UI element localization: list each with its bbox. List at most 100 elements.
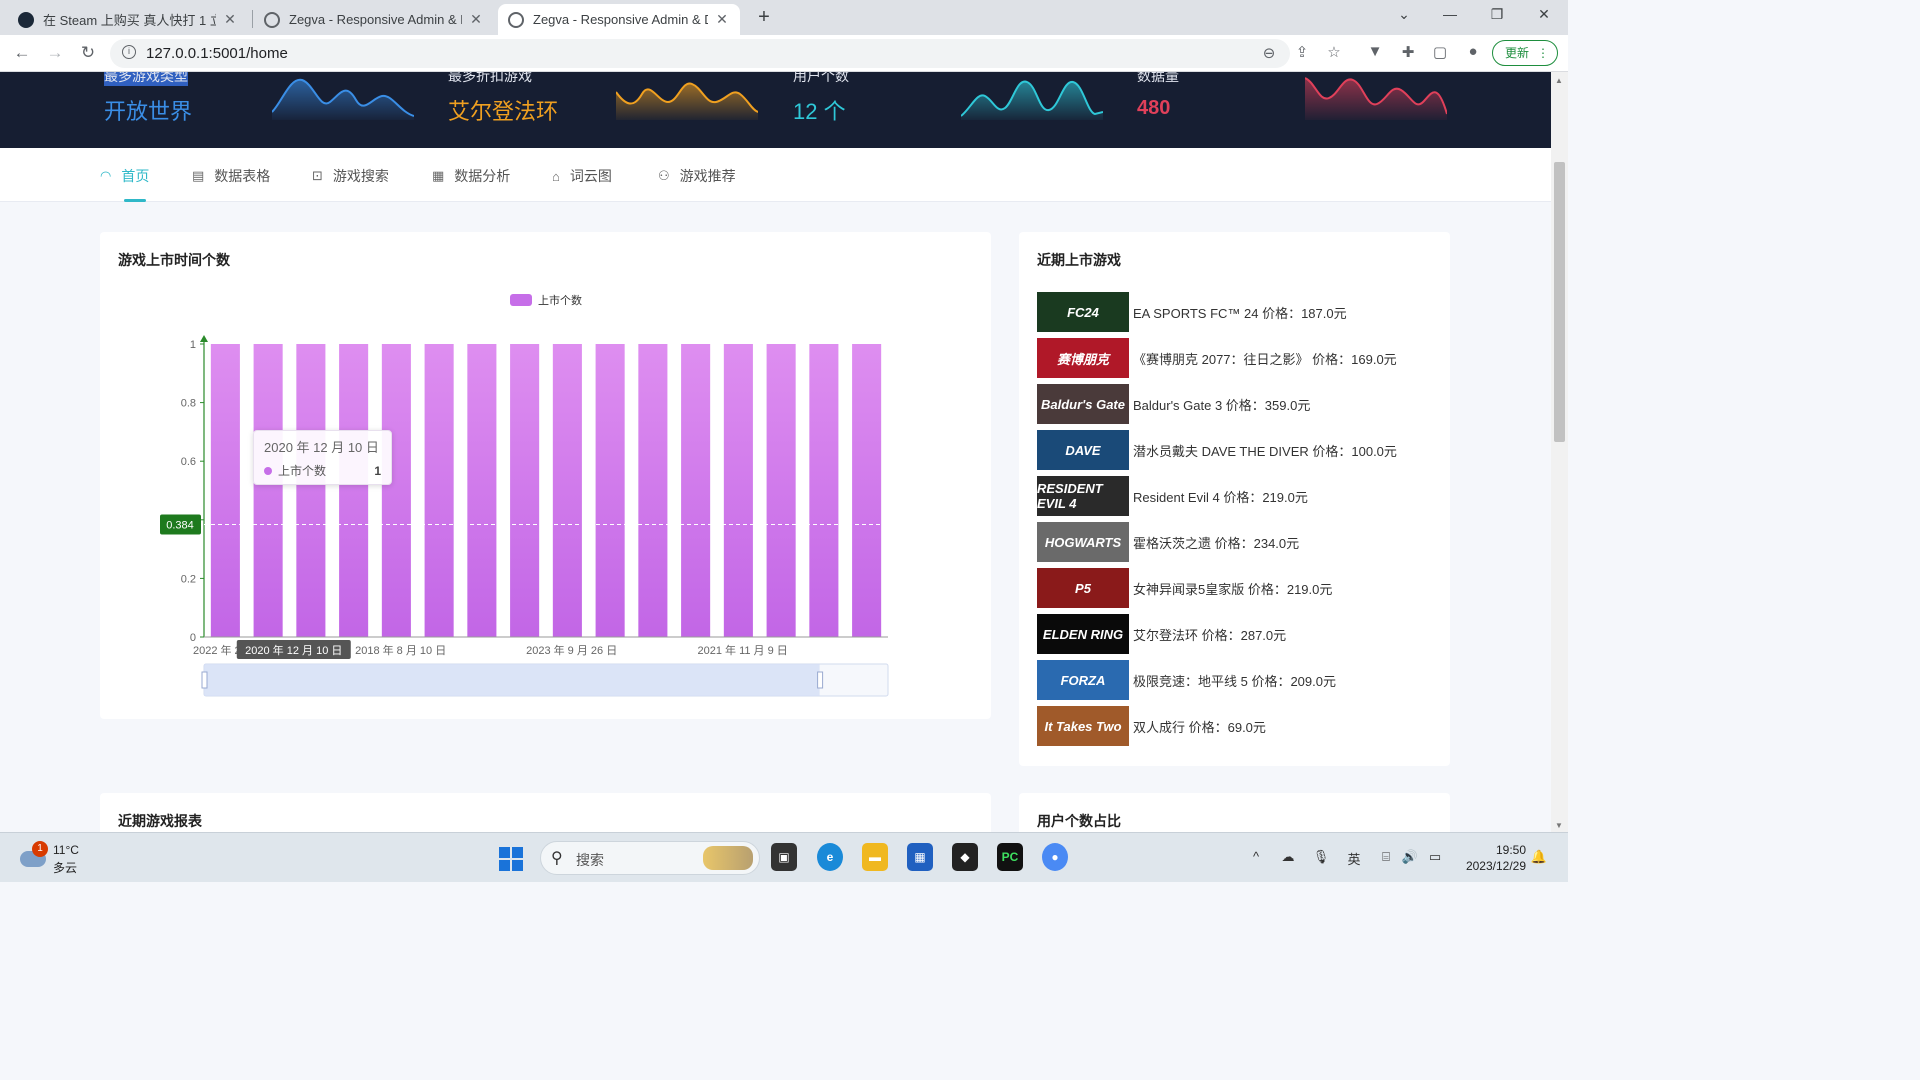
game-cover-image: HOGWARTS (1037, 522, 1129, 562)
browser-tab-zegva-1[interactable]: Zegva - Responsive Admin & Da ✕ (254, 4, 494, 35)
chart-bar (595, 344, 625, 637)
nav-item-game-search[interactable]: ⊡ 游戏搜索 (312, 166, 389, 186)
game-list-item[interactable]: FORZA 极限竞速：地平线 5 价格：209.0元 (1037, 657, 1437, 703)
scroll-up-icon[interactable]: ▲ (1555, 76, 1563, 85)
taskbar-search[interactable]: ⚲ 搜索 (540, 841, 760, 875)
profile-avatar-icon[interactable]: ● (1462, 43, 1484, 60)
close-tab-icon[interactable]: ✕ (222, 11, 238, 28)
cloud-icon: ⌂ (552, 168, 560, 184)
game-name-price: EA SPORTS FC™ 24 价格：187.0元 (1133, 305, 1347, 321)
page-scrollbar[interactable]: ▲ ▼ (1551, 72, 1568, 832)
clock-date: 2023/12/29 (1465, 859, 1526, 873)
back-arrow-icon[interactable]: ← (11, 43, 33, 63)
user-ratio-card: 用户个数占比 (1019, 793, 1450, 832)
side-panel-icon[interactable]: ▢ (1429, 43, 1451, 61)
close-window-icon[interactable]: ✕ (1534, 6, 1554, 23)
nav-item-recommend[interactable]: ⚇ 游戏推荐 (658, 166, 736, 186)
more-menu-icon[interactable]: ⋮ (1537, 41, 1549, 65)
sparkline-orange (616, 82, 758, 120)
game-list-item[interactable]: It Takes Two 双人成行 价格：69.0元 (1037, 703, 1437, 749)
stat-value: 开放世界 (104, 99, 193, 124)
browser-tab-zegva-2[interactable]: Zegva - Responsive Admin & Da ✕ (498, 4, 740, 35)
nav-item-word-cloud[interactable]: ⌂ 词云图 (552, 166, 612, 186)
tooltip-value: 1 (374, 463, 381, 478)
y-axis-arrow (200, 335, 208, 342)
microsoft-store-icon[interactable]: ▦ (907, 843, 933, 871)
chart-tooltip: 2020 年 12 月 10 日 上市个数 1 (253, 430, 392, 485)
nav-label: 数据分析 (454, 168, 511, 184)
game-list-item[interactable]: ELDEN RING 艾尔登法环 价格：287.0元 (1037, 611, 1437, 657)
y-tick-label: 0.8 (181, 398, 196, 410)
game-cover-image: RESIDENT EVIL 4 (1037, 476, 1129, 516)
close-tab-icon[interactable]: ✕ (714, 11, 730, 28)
chrome-icon[interactable]: ● (1042, 843, 1068, 871)
stat-value: 12 个 (793, 99, 846, 124)
start-button[interactable] (499, 847, 523, 871)
update-button[interactable]: 更新 ⋮ (1492, 40, 1558, 66)
close-tab-icon[interactable]: ✕ (468, 11, 484, 28)
sparkline-cyan (961, 80, 1103, 120)
card-title: 用户个数占比 (1037, 813, 1121, 829)
stat-label: 数据量 (1137, 72, 1179, 84)
address-bar[interactable]: i 127.0.0.1:5001/home ⊖ (110, 39, 1290, 68)
minimize-window-icon[interactable]: — (1440, 6, 1460, 22)
network-cloud-icon[interactable]: ☁ (1279, 849, 1297, 865)
game-list-item[interactable]: Baldur's Gate Baldur's Gate 3 价格：359.0元 (1037, 381, 1437, 427)
nav-item-home[interactable]: ◠ 首页 (100, 166, 149, 186)
nav-item-data-table[interactable]: ▤ 数据表格 (192, 166, 270, 186)
grid-icon: ▦ (432, 168, 445, 183)
game-name-price: 艾尔登法环 价格：287.0元 (1133, 627, 1287, 643)
tab-search-icon[interactable]: ⌄ (1394, 6, 1414, 23)
tray-overflow-icon[interactable]: ^ (1247, 849, 1265, 864)
battery-icon[interactable]: ▭ (1426, 849, 1444, 865)
datazoom-handle-right (817, 671, 824, 689)
sparkline-red (1305, 77, 1447, 120)
reload-icon[interactable]: ↻ (77, 43, 99, 63)
vpn-extension-icon[interactable]: ▼ (1364, 43, 1386, 60)
microphone-icon[interactable]: 🎙 (1312, 849, 1330, 865)
page-viewport: 最多游戏类型 开放世界 最多折扣游戏 艾尔登法环 用户个数 12 个 数据量 4… (0, 72, 1551, 832)
bookmark-star-icon[interactable]: ☆ (1323, 43, 1345, 61)
weather-desc: 多云 (53, 861, 78, 875)
volume-icon[interactable]: 🔊 (1401, 849, 1419, 865)
app-icon[interactable]: ◆ (952, 843, 978, 871)
extensions-puzzle-icon[interactable]: ✚ (1397, 43, 1419, 61)
wifi-icon[interactable]: ⌸ (1377, 849, 1395, 865)
datazoom-selection (204, 664, 820, 696)
restore-window-icon[interactable]: ❐ (1487, 6, 1507, 23)
stat-value: 480 (1137, 97, 1171, 119)
pycharm-icon[interactable]: PC (997, 843, 1023, 871)
globe-icon (508, 11, 524, 28)
edge-browser-icon[interactable]: e (817, 843, 843, 871)
game-name-price: 《赛博朋克 2077：往日之影》 价格：169.0元 (1133, 351, 1397, 367)
game-list-item[interactable]: P5 女神异闻录5皇家版 价格：219.0元 (1037, 565, 1437, 611)
game-name-price: 女神异闻录5皇家版 价格：219.0元 (1133, 581, 1333, 597)
game-list-item[interactable]: RESIDENT EVIL 4 Resident Evil 4 价格：219.0元 (1037, 473, 1437, 519)
game-list-item[interactable]: HOGWARTS 霍格沃茨之遗 价格：234.0元 (1037, 519, 1437, 565)
forward-arrow-icon[interactable]: → (44, 43, 66, 63)
browser-tab-steam[interactable]: 在 Steam 上购买 真人快打 1 立即 ✕ (8, 4, 248, 35)
game-cover-image: FORZA (1037, 660, 1129, 700)
chart-bar (424, 344, 454, 637)
game-list-item[interactable]: FC24 EA SPORTS FC™ 24 价格：187.0元 (1037, 289, 1437, 335)
game-list-item[interactable]: DAVE 潜水员戴夫 DAVE THE DIVER 价格：100.0元 (1037, 427, 1437, 473)
nav-label: 数据表格 (214, 168, 271, 184)
ime-indicator[interactable]: 英 (1345, 849, 1363, 868)
share-icon[interactable]: ⇪ (1291, 43, 1313, 61)
taskbar-clock[interactable]: 19:50 2023/12/29 (1460, 842, 1526, 874)
x-tick-label: 2022 年 2 (193, 643, 241, 657)
task-view-icon[interactable]: ▣ (771, 843, 797, 871)
game-cover-image: DAVE (1037, 430, 1129, 470)
scrollbar-thumb[interactable] (1554, 162, 1565, 442)
file-explorer-icon[interactable]: ▬ (862, 843, 888, 871)
release-bar-chart[interactable]: 00.20.40.60.810.3842022 年 22018 年 8 月 10… (100, 232, 991, 719)
nav-item-data-analysis[interactable]: ▦ 数据分析 (432, 166, 510, 186)
game-list-item[interactable]: 赛博朋克 《赛博朋克 2077：往日之影》 价格：169.0元 (1037, 335, 1437, 381)
notification-bell-icon[interactable]: 🔔 (1530, 849, 1548, 865)
new-tab-button[interactable]: + (754, 6, 774, 28)
scroll-down-icon[interactable]: ▼ (1555, 821, 1563, 830)
stat-value: 艾尔登法环 (448, 99, 559, 124)
zoom-out-icon[interactable]: ⊖ (1258, 44, 1280, 62)
site-info-icon[interactable]: i (122, 45, 136, 59)
weather-widget[interactable]: 1 11°C 多云 (18, 841, 98, 877)
